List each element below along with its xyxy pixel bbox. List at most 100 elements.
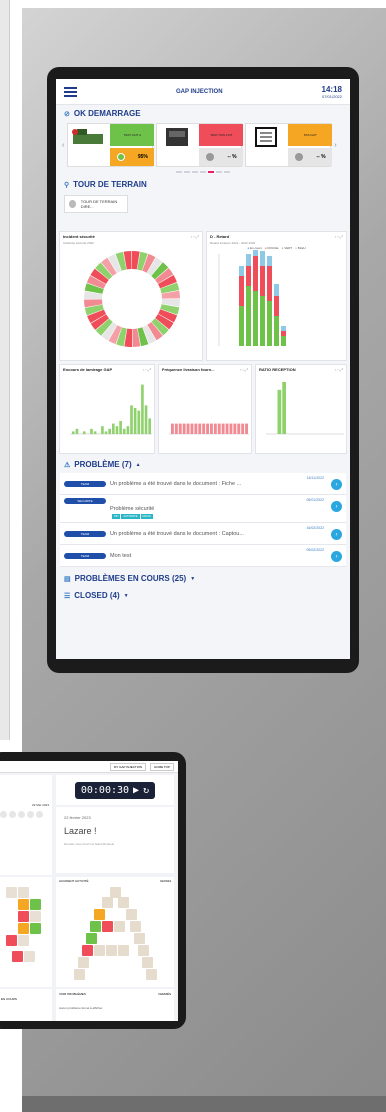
machine-card[interactable]: PAS FAIT -- % [245, 123, 333, 167]
bar [245, 423, 248, 434]
tablet2-tag[interactable]: MY GAP INJECTION [109, 762, 147, 771]
chevron-down-icon[interactable]: ▼ [124, 593, 129, 599]
day-dot[interactable] [36, 811, 43, 818]
chevron-left-icon[interactable]: ‹ [62, 142, 64, 149]
problem-row[interactable]: TEAM Mon test 05/02/2022 › [60, 545, 346, 567]
chart-controls[interactable]: ‹ › ⤢ [240, 367, 248, 372]
bar-segment [253, 256, 258, 291]
bar-segment [267, 266, 272, 301]
saint-panel: 22 février 2023 Lazare ! Demain nous fer… [56, 807, 174, 873]
problem-text: Un problème a été trouvé dans le documen… [110, 480, 242, 487]
chart-controls[interactable]: ‹ › ⤢ [335, 234, 343, 239]
bar [178, 423, 182, 434]
wall-strip [0, 0, 10, 740]
machine-card[interactable]: TEST NON FAIT -- % [156, 123, 244, 167]
grid-cell [102, 897, 113, 908]
day-dot[interactable] [27, 811, 34, 818]
bar [282, 382, 286, 434]
machine-status-label: TEST [123, 133, 132, 137]
bar-segment [246, 266, 251, 286]
bar [82, 431, 86, 434]
bar-segment [281, 326, 286, 331]
carousel-dot[interactable] [216, 171, 222, 173]
machine-image [68, 124, 109, 150]
section-problemes-label: PROBLÈME (7) [74, 460, 132, 469]
chevron-down-icon[interactable]: ▼ [190, 576, 195, 582]
problem-tag: TEAM [64, 530, 106, 537]
bar [206, 423, 209, 434]
tablet2-tag[interactable]: HOME TOP [150, 762, 174, 771]
voir-problemes[interactable]: VOIR PROBLÈMES [59, 992, 86, 996]
grid-title: ACCIDENT ACTIVITÉ [59, 879, 89, 883]
arrow-right-icon[interactable]: › [331, 501, 342, 512]
clock-time: 14:18 [321, 84, 342, 94]
bar-chart [70, 384, 152, 435]
tour-item-label: TOUR DE TERRAIN DIRE... [80, 199, 118, 209]
problem-text: Problème sécurité [110, 505, 155, 512]
machine-card[interactable]: TEST FAIT A 95% [67, 123, 155, 167]
bar-segment [253, 248, 258, 256]
grid-cell [30, 899, 41, 910]
chart-controls[interactable]: ‹ › ⤢ [143, 367, 151, 372]
machine-value: -- % [227, 154, 237, 160]
problem-row[interactable]: SECURITE Problème sécurité 05/01/2022 › … [60, 495, 346, 523]
bar [144, 405, 148, 434]
machine-status: TEST NON FAIT [199, 124, 244, 146]
problem-date: 16/02/2022 [306, 526, 324, 530]
grid-cell [106, 945, 117, 956]
problem-row[interactable]: TEAM Un problème a été trouvé dans le do… [60, 523, 346, 545]
arrow-right-icon[interactable]: › [331, 551, 342, 562]
section-en-cours[interactable]: ▤ PROBLÈMES EN COURS (25) ▼ [56, 570, 350, 587]
secondary-tablet: MY GAP INJECTION HOME TOP 02 Mar 2023 00… [0, 752, 186, 1029]
problem-row[interactable]: TEAM Un problème a été trouvé dans le do… [60, 473, 346, 495]
bar [130, 405, 133, 434]
chart-controls[interactable]: ‹ › ⤢ [335, 367, 343, 372]
tour-item[interactable]: TOUR DE TERRAIN DIRE... [64, 195, 128, 213]
tab-en-cours[interactable]: EN COURS [1, 997, 17, 1001]
letter-a-grid [74, 887, 157, 980]
day-dot[interactable] [9, 811, 16, 818]
chart-ratio: RATIO RECEPTION ‹ › ⤢ [255, 364, 347, 454]
bar [72, 431, 75, 434]
grid-cell [18, 923, 29, 934]
arrow-right-icon[interactable]: › [331, 479, 342, 490]
section-problemes[interactable]: ⚠ PROBLÈME (7) ▲ [56, 456, 350, 473]
chevron-up-icon[interactable]: ▲ [136, 462, 141, 468]
reset-icon[interactable]: ↻ [143, 785, 149, 796]
bar-segment [246, 254, 251, 266]
machine-carousel: ‹ TEST FAIT A 95% TEST NON FAIT -- % PAS… [56, 122, 350, 168]
section-tour[interactable]: ⚲ TOUR DE TERRAIN [56, 176, 350, 193]
grid-cell [30, 911, 41, 922]
bar-segment [260, 251, 265, 266]
grid-cell [18, 935, 29, 946]
grid-cell [90, 921, 101, 932]
grid-cell [134, 933, 145, 944]
menu-icon[interactable] [64, 86, 77, 97]
day-dot[interactable] [18, 811, 25, 818]
carousel-dot[interactable] [192, 171, 198, 173]
bar [190, 423, 194, 434]
bar-segment [246, 286, 251, 346]
arrow-right-icon[interactable]: › [331, 529, 342, 540]
carousel-dot[interactable] [184, 171, 190, 173]
chevron-right-icon[interactable]: › [334, 142, 336, 149]
machine-image [246, 124, 287, 150]
problem-tag: TEAM [64, 552, 106, 559]
carousel-dot[interactable] [224, 171, 230, 173]
section-closed[interactable]: ☰ CLOSED (4) ▼ [56, 587, 350, 604]
grid-cell [18, 887, 29, 898]
section-ok-demarrage[interactable]: ⊘ OK DEMARRAGE [56, 105, 350, 122]
grid-cell [110, 887, 121, 898]
chart-controls[interactable]: ‹ › ⤢ [191, 234, 199, 239]
tab-fermes[interactable]: FERMÉS [158, 992, 171, 996]
carousel-dot[interactable] [208, 171, 214, 173]
carousel-dot[interactable] [176, 171, 182, 173]
day-dot[interactable] [0, 811, 7, 818]
carousel-dot[interactable] [200, 171, 206, 173]
bottom-left-panel: EN COURS [0, 989, 52, 1021]
grid-month: 02/2023 [160, 879, 171, 883]
bar-segment [239, 276, 244, 306]
chart-title: Encours de lamirage GAP [63, 367, 113, 372]
play-icon[interactable]: ▶ [133, 785, 139, 796]
bar [182, 423, 186, 434]
